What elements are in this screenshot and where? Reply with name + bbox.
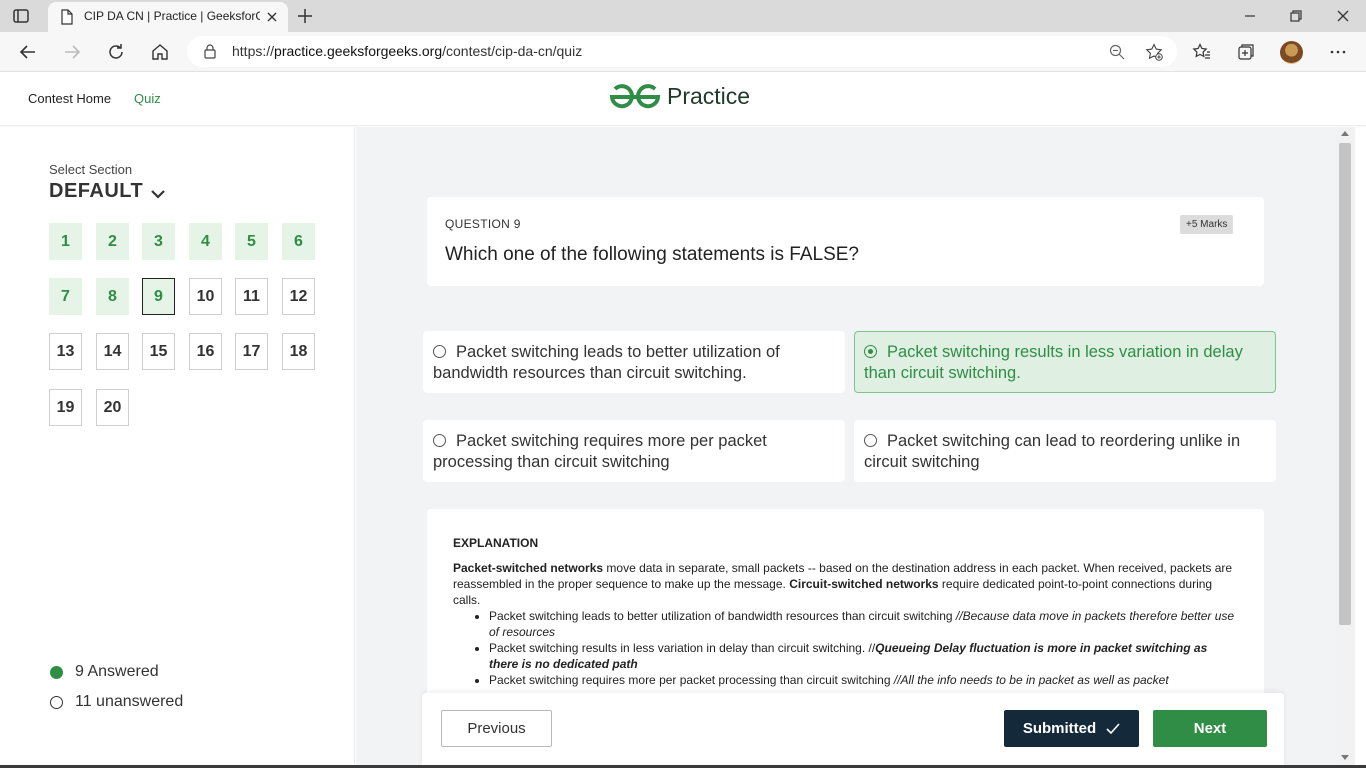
more-options-icon[interactable] xyxy=(1328,42,1348,62)
previous-button[interactable]: Previous xyxy=(441,710,552,747)
explanation-item: Packet switching results in less variati… xyxy=(489,640,1238,672)
question-text: Which one of the following statements is… xyxy=(445,244,859,265)
explanation-paragraph: Packet-switched networks move data in se… xyxy=(453,561,1233,607)
question-button[interactable]: 20 xyxy=(96,389,129,426)
scroll-down-icon[interactable] xyxy=(1341,755,1349,760)
tab-actions-icon[interactable] xyxy=(12,7,30,25)
page-scrollbar[interactable] xyxy=(1336,127,1355,768)
option-a[interactable]: Packet switching leads to better utiliza… xyxy=(423,331,845,393)
question-button-current[interactable]: 9 xyxy=(142,278,175,315)
restore-icon[interactable] xyxy=(1286,6,1306,26)
unanswered-count: 11 unanswered xyxy=(75,693,184,710)
question-button[interactable]: 10 xyxy=(189,278,222,315)
question-button[interactable]: 19 xyxy=(49,389,82,426)
answered-dot-icon xyxy=(50,666,63,679)
forward-icon xyxy=(65,45,81,59)
question-footer: Previous Submitted Next xyxy=(422,693,1284,768)
section-select[interactable]: DEFAULT xyxy=(49,180,143,203)
next-button[interactable]: Next xyxy=(1153,710,1267,747)
profile-avatar[interactable] xyxy=(1280,41,1303,64)
option-text: Packet switching results in less variati… xyxy=(864,343,1243,382)
question-button[interactable]: 14 xyxy=(96,333,129,370)
question-button[interactable]: 12 xyxy=(282,278,315,315)
favorites-icon[interactable] xyxy=(1192,42,1212,62)
logo-text[interactable]: Practice xyxy=(667,83,750,110)
option-c[interactable]: Packet switching requires more per packe… xyxy=(423,420,845,482)
question-button[interactable]: 15 xyxy=(142,333,175,370)
radio-icon[interactable] xyxy=(433,345,446,358)
new-tab-icon[interactable] xyxy=(296,7,314,25)
option-d[interactable]: Packet switching can lead to reordering … xyxy=(854,420,1276,482)
radio-icon[interactable] xyxy=(433,434,446,447)
option-b-selected[interactable]: Packet switching results in less variati… xyxy=(854,331,1276,393)
question-button[interactable]: 2 xyxy=(96,223,129,260)
address-bar[interactable]: https://practice.geeksforgeeks.org/conte… xyxy=(187,36,1177,67)
explanation-list: Packet switching leads to better utiliza… xyxy=(489,608,1238,688)
question-button[interactable]: 17 xyxy=(235,333,268,370)
nav-contest-home[interactable]: Contest Home xyxy=(28,91,111,106)
radio-icon[interactable] xyxy=(864,434,877,447)
check-icon xyxy=(1106,722,1120,734)
radio-selected-icon[interactable] xyxy=(864,345,877,358)
question-number: QUESTION 9 xyxy=(445,217,521,231)
scrollbar-thumb[interactable] xyxy=(1339,143,1351,625)
home-icon[interactable] xyxy=(150,42,170,62)
question-button[interactable]: 18 xyxy=(282,333,315,370)
tab-title: CIP DA CN | Practice | GeeksforGeeks xyxy=(84,9,260,23)
question-button[interactable]: 11 xyxy=(235,278,268,315)
close-window-icon[interactable] xyxy=(1333,6,1353,26)
question-button[interactable]: 8 xyxy=(96,278,129,315)
question-card: QUESTION 9 +5 Marks Which one of the fol… xyxy=(427,197,1264,286)
scroll-up-icon[interactable] xyxy=(1341,131,1349,136)
refresh-icon[interactable] xyxy=(106,42,126,62)
question-area: QUESTION 9 +5 Marks Which one of the fol… xyxy=(356,127,1336,768)
submitted-button[interactable]: Submitted xyxy=(1004,710,1139,747)
question-button[interactable]: 13 xyxy=(49,333,82,370)
zoom-icon[interactable] xyxy=(1109,44,1125,60)
section-label: Select Section xyxy=(49,162,133,177)
submitted-label: Submitted xyxy=(1022,720,1097,737)
question-button[interactable]: 6 xyxy=(282,223,315,260)
lock-icon[interactable] xyxy=(203,44,217,59)
question-button[interactable]: 1 xyxy=(49,223,82,260)
question-button[interactable]: 3 xyxy=(142,223,175,260)
answered-count: 9 Answered xyxy=(75,663,159,680)
back-icon[interactable] xyxy=(18,42,38,62)
browser-tab-bar: CIP DA CN | Practice | GeeksforGeeks xyxy=(0,0,1366,32)
add-favorite-icon[interactable] xyxy=(1145,43,1163,61)
url-text[interactable]: https://practice.geeksforgeeks.org/conte… xyxy=(232,43,582,59)
explanation-title: EXPLANATION xyxy=(453,536,539,550)
collections-icon[interactable] xyxy=(1236,42,1256,62)
gfg-logo-icon[interactable] xyxy=(608,83,662,111)
browser-tab[interactable]: CIP DA CN | Practice | GeeksforGeeks xyxy=(48,2,288,32)
explanation-item: Packet switching leads to better utiliza… xyxy=(489,608,1238,640)
option-text: Packet switching can lead to reordering … xyxy=(864,432,1241,471)
explanation-item: Packet switching requires more per packe… xyxy=(489,672,1238,688)
minimize-icon[interactable] xyxy=(1240,6,1260,26)
option-text: Packet switching requires more per packe… xyxy=(433,432,767,471)
question-button[interactable]: 5 xyxy=(235,223,268,260)
question-button[interactable]: 16 xyxy=(189,333,222,370)
option-text: Packet switching leads to better utiliza… xyxy=(433,343,780,382)
close-tab-icon[interactable] xyxy=(264,9,280,25)
site-header: Contest Home Quiz Practice xyxy=(0,72,1366,126)
question-button[interactable]: 4 xyxy=(189,223,222,260)
marks-badge: +5 Marks xyxy=(1180,215,1234,234)
question-navigator: Select Section DEFAULT 1 2 3 4 5 6 7 8 9… xyxy=(0,127,355,768)
chevron-down-icon[interactable] xyxy=(149,185,167,203)
page-icon xyxy=(61,9,73,25)
unanswered-dot-icon xyxy=(50,696,63,709)
nav-quiz[interactable]: Quiz xyxy=(134,91,161,106)
question-button[interactable]: 7 xyxy=(49,278,82,315)
browser-toolbar: https://practice.geeksforgeeks.org/conte… xyxy=(0,32,1366,72)
